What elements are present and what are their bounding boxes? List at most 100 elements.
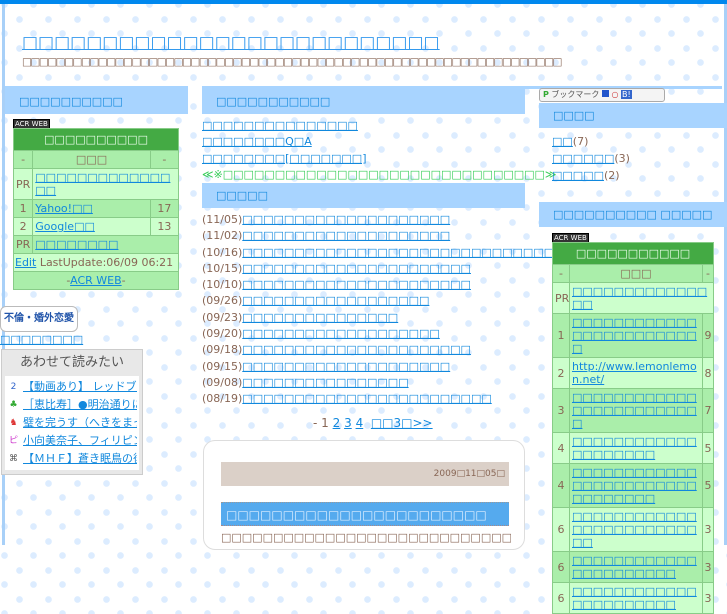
entry: 2009□11□05□ □□□□□□□□□□□□□□□□□□□□□□□ □□□□… [203, 440, 525, 550]
link-cell: □□□□□□□□□□□□□□□□□□□□ [569, 432, 703, 464]
table-row: PR □□□□□□□□ [12, 235, 179, 254]
related-item[interactable]: ♞ 璧を完うす（へきをまっと [7, 414, 137, 432]
ranking-title: □□□□□□□□□□ [13, 128, 179, 151]
post-link[interactable]: □□□□□□□□□□□□□□□□□□□□□□ [242, 278, 471, 291]
post-link[interactable]: □□□□□□□□□□□□□□□□ [242, 376, 408, 389]
post-link[interactable]: □□□□□□□□□□□□□□□□□□□□□□ [242, 343, 471, 356]
category-count: (3) [614, 152, 630, 165]
ranking-link[interactable]: http://www.lemonlemon.net/ [572, 360, 697, 386]
site-title[interactable]: □□□□□□□□□□□□□□□□□□□□□□□□□□ [22, 33, 440, 53]
page-link[interactable]: 3 [344, 416, 352, 430]
related-item[interactable]: ♣ ［恵比寿］●明治通りに [7, 396, 137, 414]
category-link[interactable]: □□□□□ [552, 169, 604, 182]
category-link[interactable]: □□□□□□ [552, 152, 614, 165]
post-date: (09/23) [202, 310, 243, 324]
ranking-link[interactable]: □□□□□□□□□□□□□□□ [35, 171, 170, 197]
link-cell: □□□□□□□□ [32, 235, 179, 254]
page-link[interactable]: 4 [356, 416, 364, 430]
post-link[interactable]: □□□□□□□□□□□□□□□□□□□ [242, 327, 439, 340]
edit-link[interactable]: Edit [15, 256, 36, 269]
post-link[interactable]: □□□□□□□□□□□□□□□□□□□□□□□□ [242, 392, 491, 405]
col-header: - [12, 150, 34, 169]
table-row: PR □□□□□□□□□□□□□□□ [552, 282, 714, 314]
category-link[interactable]: □□ [552, 135, 573, 148]
post-item: (11/02)□□□□□□□□□□□□□□□□□□□□ [202, 228, 575, 244]
categories-title: □□□□ [539, 103, 727, 128]
related-item-link[interactable]: 【動画あり】 レッドブル [23, 380, 137, 393]
right-ranking-title: □□□□□□□□□□ □□□□□ [539, 202, 727, 227]
ranking-link[interactable]: □□□□□□□□ [35, 238, 118, 251]
related-item-icon: 2 [10, 381, 17, 392]
left-section-title: □□□□□□□□□□ [5, 89, 188, 114]
ranking-link[interactable]: □□□□□□□□□□□□□□□ [572, 285, 707, 311]
related-item-link[interactable]: 小向美奈子、フィリピン [23, 434, 137, 447]
post-item: (09/18)□□□□□□□□□□□□□□□□□□□□□□ [202, 342, 575, 358]
post-link[interactable]: □□□□□□□□□□□□□□□□□□ [242, 294, 429, 307]
post-item: (09/26)□□□□□□□□□□□□□□□□□□ [202, 293, 575, 309]
post-link[interactable]: □□□□□□□□□□□□□□□□□□□□□□ [242, 262, 471, 275]
ad-link[interactable]: □□□□□□□□ [0, 333, 83, 346]
post-date: (10/10) [202, 278, 243, 292]
related-item[interactable]: ⌘ 【ＭＨＦ】蒼き眠鳥の後 [7, 450, 137, 468]
post-link[interactable]: □□□□□□□□□□□□□□□□□□□□ [242, 213, 450, 226]
link-item[interactable]: □□□□□□□□[□□□□□□□] [202, 152, 366, 165]
post-link[interactable]: □□□□□□□□□□□□□□□ [242, 311, 398, 324]
right-ranking-table: □□□□□□□□□□□ - □□□ - PR □□□□□□□□□□□□□□□ 1 □□□□… [552, 242, 715, 614]
related-title: あわせて読みたい [19, 355, 124, 370]
ranking-link[interactable]: Google□□ [35, 220, 95, 233]
pager: - 1 2 3 4 □□3□>> [313, 416, 433, 430]
related-item[interactable]: ピ小向美奈子、フィリピン [7, 432, 137, 450]
related-item-link[interactable]: 璧を完うす（へきをまっと [23, 416, 137, 429]
ranking-link[interactable]: □□□□□□□□□□□□□□□□□□□□□□ [572, 585, 697, 611]
middle-section-title: □□□□□□□□□□□ [202, 89, 525, 114]
entry-date: 2009□11□05□ [221, 462, 509, 486]
page-link[interactable]: 2 [333, 416, 341, 430]
post-date: (09/18) [202, 343, 243, 357]
post-date: (11/05) [202, 213, 243, 226]
post-item: (09/23)□□□□□□□□□□□□□□□ [202, 310, 575, 326]
hatena-icon[interactable]: B! [621, 90, 632, 99]
post-item: (11/05)□□□□□□□□□□□□□□□□□□□□ [202, 212, 575, 228]
bookmark-label: ブックマーク [551, 90, 600, 99]
ranking-link[interactable]: □□□□□□□□□□□□□□□□□□□□□□ [572, 554, 697, 580]
post-link[interactable]: □□□□□□□□□□□□□□□□□□□□□□□□□□□□□□□□ [242, 246, 575, 259]
related-item[interactable]: 2 【動画あり】 レッドブル [7, 378, 137, 396]
post-date: (08/19) [202, 392, 243, 406]
ranking-link[interactable]: □□□□□□□□□□□□□□□□□□□□□□□□□ [572, 316, 697, 355]
related-item-link[interactable]: ［恵比寿］●明治通りに [23, 398, 137, 411]
pager-prefix: - [313, 416, 322, 430]
bookmark-bar[interactable]: P ブックマーク ○ B! [539, 88, 665, 102]
ranking-link[interactable]: □□□□□□□□□□□□□□□□□□□□□□□□□□□□□□□□ [572, 466, 697, 505]
post-date: (09/26) [202, 294, 243, 308]
ad-banner[interactable]: 不倫・婚外恋愛 [0, 306, 78, 332]
table-row: 2 Google□□ 13 [12, 217, 180, 236]
post-date: (09/08) [202, 375, 243, 389]
rank-cell: PR [12, 168, 34, 200]
post-link[interactable]: □□□□□□□□□□□□□□□□□□□□ [242, 360, 450, 373]
post-link[interactable]: □□□□□□□□□□□□□□□□□□□□ [242, 229, 450, 242]
rank-cell: 2 [12, 217, 34, 236]
count-cell: 3 [701, 582, 715, 614]
link-item[interactable]: □□□□□□□□□□□□□□□ [202, 119, 358, 132]
related-item-icon: ⌘ [9, 453, 18, 464]
delicious-icon[interactable] [601, 90, 609, 97]
ranking-link[interactable]: □□□□□□□□□□□□□□□□□□□□□□□□□ [572, 391, 697, 430]
link-cell: □□□□□□□□□□□□□□□□□□□□□□ [569, 551, 703, 583]
related-item-link[interactable]: 【ＭＨＦ】蒼き眠鳥の後 [23, 452, 137, 465]
ranking-link[interactable]: Yahoo!□□ [35, 202, 93, 215]
rank-cell: 6 [552, 582, 570, 614]
link-cell: □□□□□□□□□□□□□□□□□□□□□□□□□ [569, 388, 703, 433]
link-cell: http://www.lemonlemon.net/ [569, 357, 703, 389]
entry-body: □□□□□□□□□□□□□□□□□□□□□□□□□□□□□□□□□□□□□□□□… [221, 531, 511, 544]
acr-web-link[interactable]: ACR WEB [70, 274, 122, 287]
link-item[interactable]: □□□□□□□□Q□A [202, 135, 312, 148]
ranking-link[interactable]: □□□□□□□□□□□□□□□□□□□□ [572, 435, 697, 461]
ranking-link[interactable]: □□□□□□□□□□□□□□□□□□□□□□□□□□ [572, 510, 697, 549]
link-cell: □□□□□□□□□□□□□□□□□□□□□□□□□□□□□□□□ [569, 463, 703, 508]
table-row: PR □□□□□□□□□□□□□□□ [12, 168, 179, 200]
left-ranking-table: □□□□□□□□□□ - □□□ - PR □□□□□□□□□□□□□□□ 1 Yahoo… [12, 128, 180, 290]
search-icon[interactable]: ○ [612, 90, 619, 99]
table-row: 6 □□□□□□□□□□□□□□□□□□□□□□ 3 [552, 551, 715, 583]
entry-title[interactable]: □□□□□□□□□□□□□□□□□□□□□□□ [221, 502, 509, 526]
next-page-link[interactable]: □□3□>> [371, 416, 433, 430]
